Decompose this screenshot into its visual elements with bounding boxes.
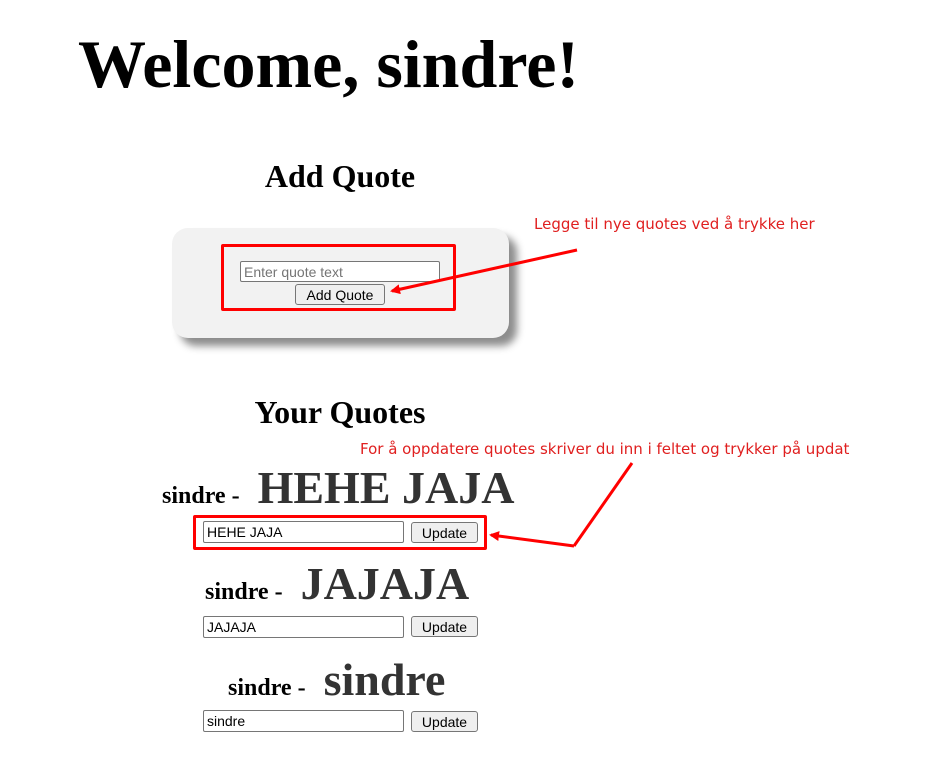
quote-text: JAJAJA xyxy=(300,558,470,609)
update-arrow-lower xyxy=(489,531,575,548)
update-arrow-upper xyxy=(572,462,634,547)
add-quote-annotation: Legge til nye quotes ved å trykke her xyxy=(534,215,815,233)
page-title: Welcome, sindre! xyxy=(78,26,580,102)
update-annotation: For å oppdatere quotes skriver du inn i … xyxy=(360,440,850,458)
your-quotes-heading: Your Quotes xyxy=(254,394,426,430)
quote-separator: - xyxy=(231,483,240,509)
quote-separator: - xyxy=(274,579,283,605)
update-button[interactable]: Update xyxy=(411,616,478,637)
quote-edit-input[interactable] xyxy=(203,616,404,638)
quote-author: sindre xyxy=(162,483,226,509)
quote-text: sindre xyxy=(323,654,446,705)
quote-text: HEHE JAJA xyxy=(257,462,515,513)
annotation-arrows xyxy=(390,248,634,548)
quote-separator: - xyxy=(297,675,306,701)
add-quote-highlight-box xyxy=(221,244,456,311)
update-button[interactable]: Update xyxy=(411,711,478,732)
quote-author: sindre xyxy=(205,579,269,605)
quote-author: sindre xyxy=(228,675,292,701)
quote-edit-input[interactable] xyxy=(203,710,404,732)
add-quote-heading: Add Quote xyxy=(264,158,416,194)
update-highlight-box xyxy=(193,515,487,550)
quote-item: sindre - JAJAJA xyxy=(205,554,469,625)
